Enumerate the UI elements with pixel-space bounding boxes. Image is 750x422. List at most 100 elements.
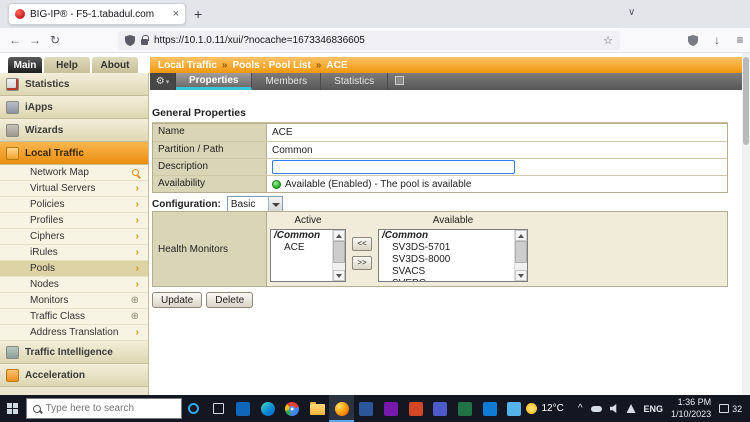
listbox-scrollbar[interactable] xyxy=(514,230,527,281)
file-explorer-icon[interactable] xyxy=(305,395,330,422)
start-button[interactable] xyxy=(0,395,26,422)
scroll-up-icon[interactable] xyxy=(515,230,527,241)
cortana-icon[interactable] xyxy=(182,395,207,422)
list-all-tabs-icon[interactable]: ∨ xyxy=(628,7,635,18)
scroll-down-icon[interactable] xyxy=(515,270,527,281)
sidebar-item-traffic-intelligence[interactable]: Traffic Intelligence xyxy=(0,341,148,364)
sidebar-item-profiles[interactable]: Profiles › xyxy=(0,213,148,229)
sidebar-item-network-map[interactable]: Network Map xyxy=(0,165,148,181)
move-to-active-button[interactable]: << xyxy=(352,237,372,251)
chevron-right-icon: › xyxy=(136,264,139,274)
scroll-down-icon[interactable] xyxy=(333,270,345,281)
photos-icon[interactable] xyxy=(502,395,527,422)
network-map-search-icon[interactable] xyxy=(132,169,139,176)
list-item[interactable]: SV3DS-5701 xyxy=(379,242,527,254)
action-center[interactable]: 32 xyxy=(719,404,742,414)
forward-icon[interactable]: → xyxy=(26,28,44,53)
excel-icon[interactable] xyxy=(453,395,478,422)
list-item[interactable]: SV3DS-8000 xyxy=(379,254,527,266)
onenote-icon[interactable] xyxy=(379,395,404,422)
volume-icon[interactable] xyxy=(610,404,619,413)
task-view-icon[interactable] xyxy=(206,395,231,422)
taskbar-search[interactable] xyxy=(26,398,182,419)
chevron-right-icon: › xyxy=(136,232,139,242)
gear-menu-button[interactable]: ⚙ ▾ xyxy=(150,73,176,90)
back-icon[interactable]: ← xyxy=(6,28,24,53)
menu-icon[interactable]: ≡ xyxy=(731,28,749,53)
new-tab-button[interactable]: + xyxy=(194,6,202,22)
sidebar-item-nodes[interactable]: Nodes › xyxy=(0,277,148,293)
sidebar-item-policies[interactable]: Policies › xyxy=(0,197,148,213)
select-arrow-icon xyxy=(268,197,282,212)
scroll-thumb[interactable] xyxy=(515,241,527,263)
chrome-icon[interactable] xyxy=(280,395,305,422)
extension-shield-icon[interactable] xyxy=(684,28,702,53)
url-text[interactable]: https://10.1.0.11/xui/?nocache=167334683… xyxy=(154,35,597,46)
sidebar-item-local-traffic[interactable]: Local Traffic xyxy=(0,142,148,165)
list-item[interactable]: SVACS xyxy=(379,266,527,278)
reload-icon[interactable]: ↻ xyxy=(46,28,64,53)
delete-button[interactable]: Delete xyxy=(206,292,253,308)
general-properties-table: Name ACE Partition / Path Common Descrip… xyxy=(152,123,728,193)
available-monitors-listbox[interactable]: /Common SV3DS-5701 SV3DS-8000 SVACS SVEP… xyxy=(378,229,528,282)
tab-about[interactable]: About xyxy=(92,57,138,73)
breadcrumb-page[interactable]: Pools : Pool List xyxy=(232,60,310,71)
sidebar-item-wizards[interactable]: Wizards xyxy=(0,119,148,142)
statistics-window-icon[interactable] xyxy=(395,76,404,85)
update-button[interactable]: Update xyxy=(152,292,202,308)
firefox-icon[interactable] xyxy=(329,395,354,422)
sidebar-item-traffic-class[interactable]: Traffic Class ⊕ xyxy=(0,309,148,325)
hidden-icons-chevron-icon[interactable]: ^ xyxy=(578,403,583,414)
page-scrollbar-thumb[interactable] xyxy=(743,57,749,145)
description-label: Description xyxy=(153,159,267,175)
url-bar[interactable]: https://10.1.0.11/xui/?nocache=167334683… xyxy=(118,31,620,50)
sidebar-item-pools[interactable]: Pools › xyxy=(0,261,148,277)
weather-widget[interactable]: 12°C xyxy=(526,403,563,414)
powerpoint-icon[interactable] xyxy=(403,395,428,422)
list-item[interactable]: SVEPG xyxy=(379,278,527,282)
tab-help[interactable]: Help xyxy=(44,57,90,73)
expand-plus-icon[interactable]: ⊕ xyxy=(131,296,139,306)
word-icon[interactable] xyxy=(354,395,379,422)
search-input[interactable] xyxy=(46,403,164,414)
sidebar-item-irules[interactable]: iRules › xyxy=(0,245,148,261)
sidebar-item-iapps[interactable]: iApps xyxy=(0,96,148,119)
move-to-available-button[interactable]: >> xyxy=(352,256,372,270)
teams-icon[interactable] xyxy=(428,395,453,422)
tracking-protection-icon[interactable] xyxy=(125,35,135,46)
tab-members[interactable]: Members xyxy=(252,73,321,90)
edge-icon[interactable] xyxy=(255,395,280,422)
language-indicator[interactable]: ENG xyxy=(644,404,664,414)
tab-main[interactable]: Main xyxy=(8,57,42,73)
breadcrumb-root[interactable]: Local Traffic xyxy=(158,60,217,71)
sidebar-item-virtual-servers[interactable]: Virtual Servers › xyxy=(0,181,148,197)
sidebar-item-acceleration[interactable]: Acceleration xyxy=(0,364,148,387)
bookmark-star-icon[interactable]: ☆ xyxy=(603,34,613,47)
sidebar-item-ciphers[interactable]: Ciphers › xyxy=(0,229,148,245)
page-scrollbar[interactable] xyxy=(742,53,750,395)
sidebar-item-statistics[interactable]: Statistics xyxy=(0,73,148,96)
tab-statistics[interactable]: Statistics xyxy=(321,73,388,90)
outlook-icon[interactable] xyxy=(231,395,256,422)
listbox-scrollbar[interactable] xyxy=(332,230,345,281)
sidebar-label: Profiles xyxy=(30,215,63,226)
clock[interactable]: 1:36 PM 1/10/2023 xyxy=(671,397,711,420)
tab-close-icon[interactable]: × xyxy=(173,8,179,20)
store-icon[interactable] xyxy=(477,395,502,422)
scroll-thumb[interactable] xyxy=(333,241,345,263)
weather-temp: 12°C xyxy=(541,403,563,414)
browser-tab[interactable]: BIG-IP® - F5-1.tabadul.com × xyxy=(8,3,186,25)
downloads-icon[interactable]: ↓ xyxy=(708,28,726,53)
network-icon[interactable] xyxy=(627,404,636,413)
list-item[interactable]: /Common xyxy=(379,230,527,242)
sidebar-item-address-translation[interactable]: Address Translation › xyxy=(0,325,148,341)
onedrive-icon[interactable] xyxy=(591,406,602,412)
partition-value: Common xyxy=(267,142,727,158)
active-header: Active xyxy=(294,215,321,229)
expand-plus-icon[interactable]: ⊕ xyxy=(131,312,139,322)
scroll-up-icon[interactable] xyxy=(333,230,345,241)
sidebar-item-monitors[interactable]: Monitors ⊕ xyxy=(0,293,148,309)
description-input[interactable] xyxy=(272,160,515,174)
active-monitors-listbox[interactable]: /Common ACE xyxy=(270,229,346,282)
tab-properties[interactable]: Properties xyxy=(176,73,252,90)
